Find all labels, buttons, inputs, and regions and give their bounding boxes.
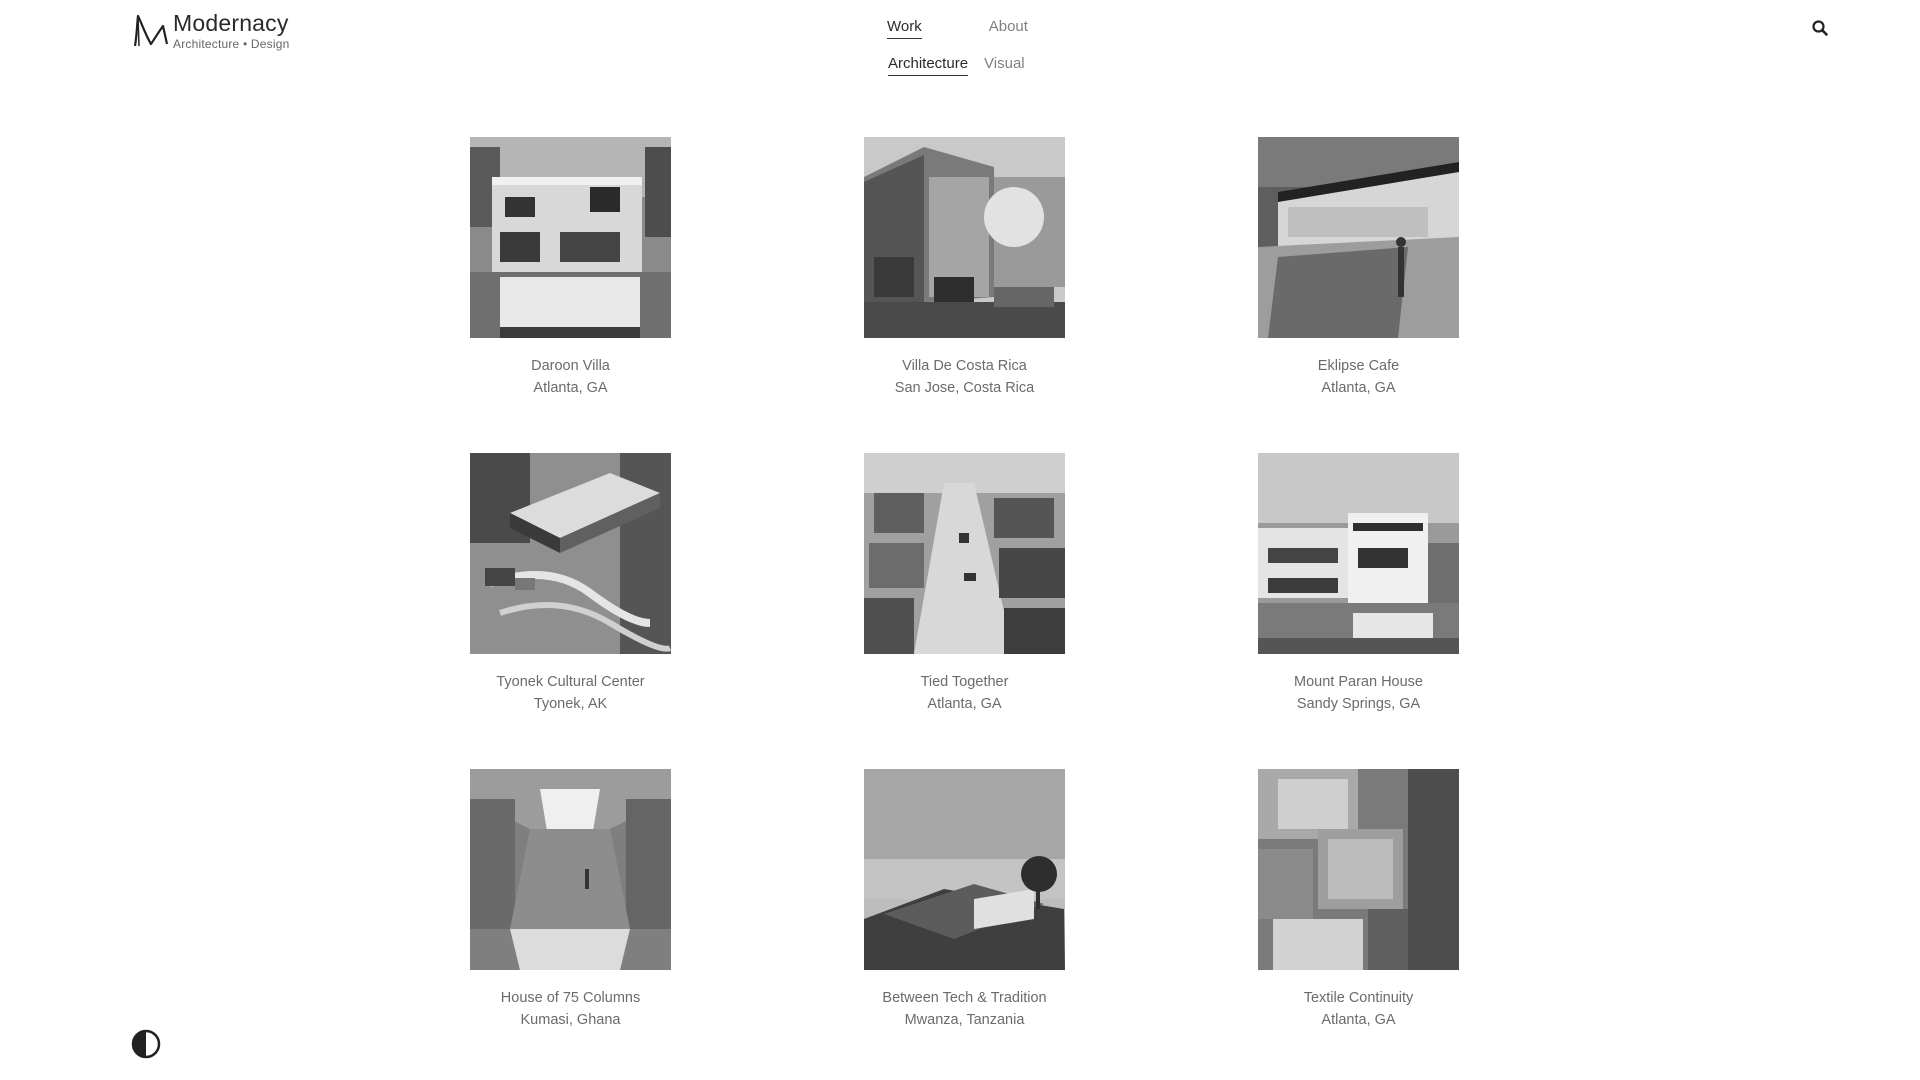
project-card[interactable]: Tied Together Atlanta, GA xyxy=(864,453,1065,715)
project-location: San Jose, Costa Rica xyxy=(894,380,1035,396)
project-location: Tyonek, AK xyxy=(533,696,608,712)
project-card[interactable]: Between Tech & Tradition Mwanza, Tanzani… xyxy=(864,769,1065,1031)
project-thumbnail xyxy=(864,769,1065,970)
project-location: Kumasi, Ghana xyxy=(520,1012,621,1028)
logo-mark-icon xyxy=(133,14,169,47)
brand-tagline: Architecture • Design xyxy=(173,37,290,51)
project-title: Tied Together xyxy=(920,674,1009,690)
secondary-nav: Architecture Visual xyxy=(888,55,1025,76)
nav-work[interactable]: Work xyxy=(887,18,922,39)
project-title: Eklipse Cafe xyxy=(1317,358,1400,374)
project-title: Between Tech & Tradition xyxy=(882,990,1047,1006)
project-grid: Daroon Villa Atlanta, GA Villa De Costa … xyxy=(470,137,1459,1031)
project-thumbnail xyxy=(470,769,671,970)
brand-name: Modernacy xyxy=(173,10,289,36)
search-button[interactable] xyxy=(1811,19,1829,37)
logo-text: Modernacy Architecture • Design xyxy=(173,10,290,51)
project-card[interactable]: House of 75 Columns Kumasi, Ghana xyxy=(470,769,671,1031)
primary-nav: Work About xyxy=(887,18,1028,39)
project-location: Atlanta, GA xyxy=(1321,1012,1396,1028)
project-thumbnail xyxy=(1258,769,1459,970)
project-title: Textile Continuity xyxy=(1303,990,1414,1006)
project-title: Daroon Villa xyxy=(531,358,610,374)
search-icon xyxy=(1812,20,1828,36)
project-location: Sandy Springs, GA xyxy=(1296,696,1421,712)
nav-about[interactable]: About xyxy=(989,18,1028,39)
project-thumbnail xyxy=(1258,137,1459,338)
project-card[interactable]: Eklipse Cafe Atlanta, GA xyxy=(1258,137,1459,399)
project-thumbnail xyxy=(1258,453,1459,654)
project-card[interactable]: Tyonek Cultural Center Tyonek, AK xyxy=(470,453,671,715)
project-card[interactable]: Villa De Costa Rica San Jose, Costa Rica xyxy=(864,137,1065,399)
project-title: House of 75 Columns xyxy=(500,990,641,1006)
nav-architecture[interactable]: Architecture xyxy=(888,55,969,76)
project-card[interactable]: Daroon Villa Atlanta, GA xyxy=(470,137,671,399)
project-title: Mount Paran House xyxy=(1294,674,1423,690)
project-location: Atlanta, GA xyxy=(533,380,608,396)
contrast-icon xyxy=(131,1029,161,1059)
contrast-toggle-button[interactable] xyxy=(131,1029,161,1059)
nav-visual[interactable]: Visual xyxy=(984,55,1025,76)
project-card[interactable]: Mount Paran House Sandy Springs, GA xyxy=(1258,453,1459,715)
project-location: Atlanta, GA xyxy=(1321,380,1396,396)
project-card[interactable]: Textile Continuity Atlanta, GA xyxy=(1258,769,1459,1031)
project-title: Tyonek Cultural Center xyxy=(496,674,645,690)
project-thumbnail xyxy=(864,137,1065,338)
project-thumbnail xyxy=(864,453,1065,654)
project-thumbnail xyxy=(470,137,671,338)
brand-logo[interactable]: Modernacy Architecture • Design xyxy=(133,12,289,50)
project-location: Mwanza, Tanzania xyxy=(904,1012,1025,1028)
project-thumbnail xyxy=(470,453,671,654)
project-location: Atlanta, GA xyxy=(927,696,1002,712)
project-title: Villa De Costa Rica xyxy=(902,358,1027,374)
page: Modernacy Architecture • Design Work Abo… xyxy=(0,0,1920,1080)
